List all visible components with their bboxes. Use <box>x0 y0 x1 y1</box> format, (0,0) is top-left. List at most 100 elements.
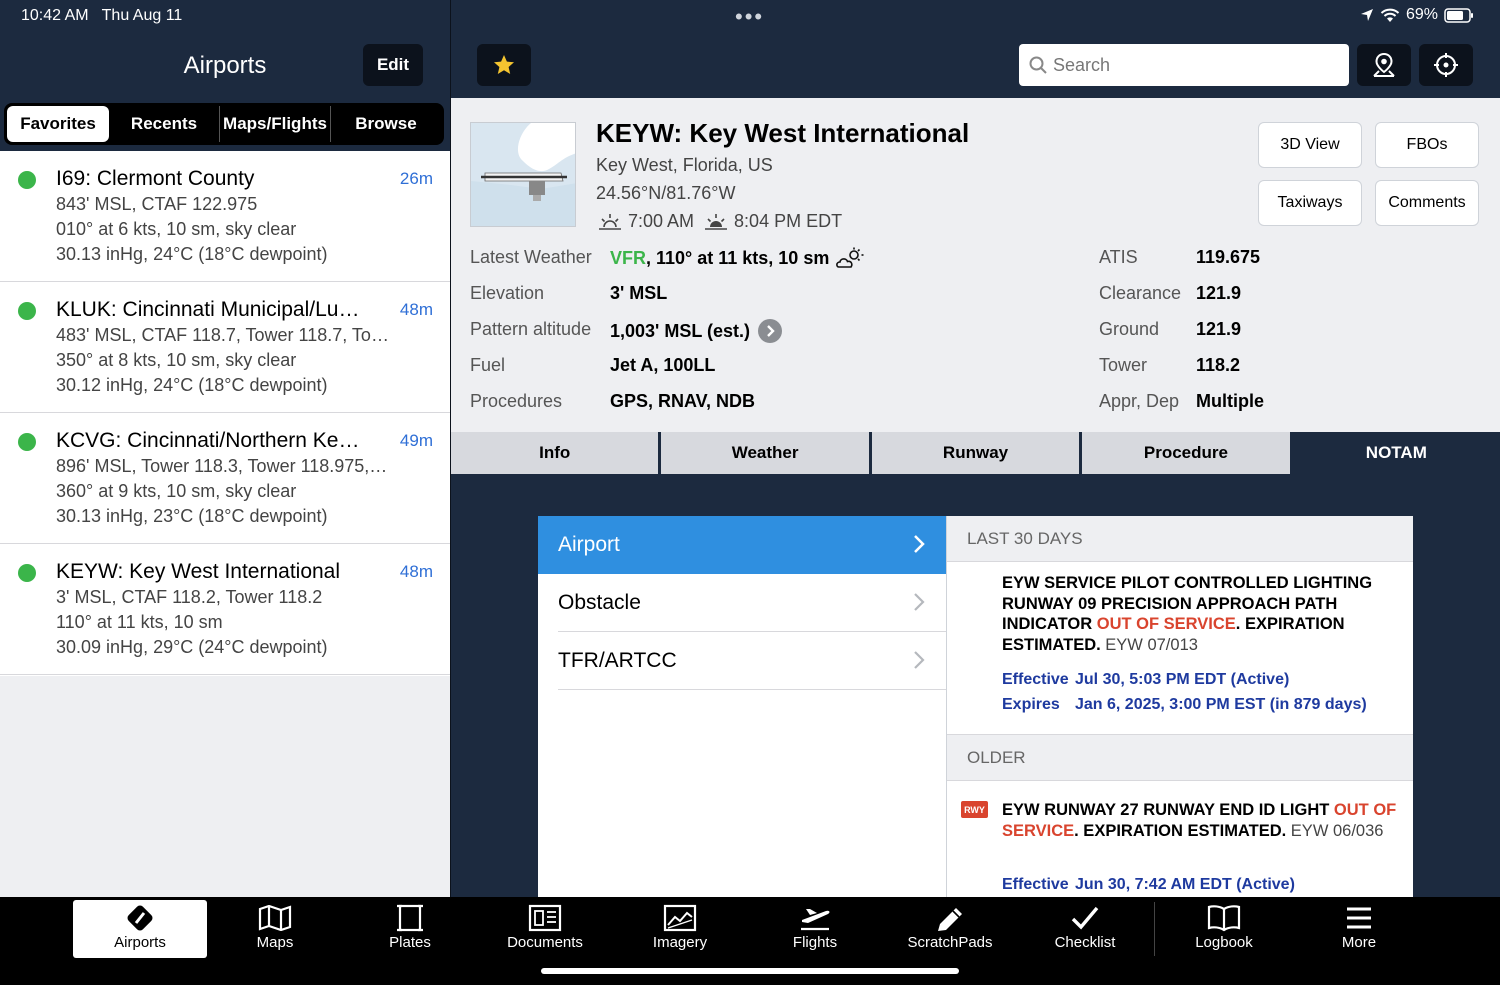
list-item[interactable]: KEYW: Key West International 48m 3' MSL,… <box>0 544 450 675</box>
status-dot <box>18 171 36 189</box>
home-indicator[interactable] <box>541 968 959 974</box>
effective-label: Effective <box>1002 876 1069 893</box>
notam-category-tfr-artcc[interactable]: TFR/ARTCC <box>558 632 946 690</box>
search-icon <box>1029 56 1047 74</box>
scratchpads-pencil-icon <box>938 908 962 931</box>
airport-name: KLUK: Cincinnati Municipal/Lu… <box>56 298 360 321</box>
latest-weather-link[interactable]: VFR , 110° at 11 kts, 10 sm <box>610 247 865 269</box>
freq-value-approach[interactable]: Multiple <box>1196 391 1264 412</box>
fuel-value: Jet A, 100LL <box>610 355 716 375</box>
weather-age: 48m <box>399 300 433 319</box>
chevron-right-icon <box>914 535 925 553</box>
category-label: Airport <box>558 533 620 556</box>
list-item[interactable]: KCVG: Cincinnati/Northern Ke… 49m 896' M… <box>0 413 450 544</box>
checklist-check-icon <box>1071 906 1099 930</box>
fbos-button[interactable]: FBOs <box>1375 122 1479 168</box>
nav-scratchpads[interactable]: ScratchPads <box>883 900 1017 958</box>
nav-label: Checklist <box>1054 934 1116 951</box>
nav-imagery[interactable]: Imagery <box>613 900 747 958</box>
freq-value-clearance[interactable]: 121.9 <box>1196 283 1241 304</box>
nav-separator <box>1154 902 1155 956</box>
nav-plates[interactable]: Plates <box>343 900 477 958</box>
elevation-label: Elevation <box>470 283 545 303</box>
freq-value-ground[interactable]: 121.9 <box>1196 319 1241 340</box>
airport-name: I69: Clermont County <box>56 167 255 190</box>
search-input[interactable] <box>1053 54 1333 76</box>
imagery-icon <box>663 904 697 932</box>
segment-browse[interactable]: Browse <box>331 106 441 142</box>
notam-id: EYW 06/036 <box>1286 821 1384 840</box>
notam-body-end: . EXPIRATION ESTIMATED. <box>1074 821 1287 840</box>
fuel-label: Fuel <box>470 355 506 375</box>
category-label: TFR/ARTCC <box>558 648 677 672</box>
notam-category-obstacle[interactable]: Obstacle <box>558 574 946 632</box>
sunset-time: 8:04 PM EDT <box>734 211 843 231</box>
nav-flights[interactable]: Flights <box>748 900 882 958</box>
edit-button[interactable]: Edit <box>363 44 423 86</box>
nav-label: More <box>1341 934 1377 951</box>
3d-view-button[interactable]: 3D View <box>1258 122 1362 168</box>
nav-documents[interactable]: Documents <box>478 900 612 958</box>
airport-summary: 483' MSL, CTAF 118.7, Tower 118.7, To… <box>56 325 389 345</box>
map-pin-button[interactable] <box>1357 44 1411 86</box>
runway-badge-icon: RWY <box>961 801 988 818</box>
list-item[interactable]: I69: Clermont County 26m 843' MSL, CTAF … <box>0 151 450 282</box>
status-dot <box>18 564 36 582</box>
freq-label-tower: Tower <box>1099 355 1148 375</box>
airport-diagram-thumbnail[interactable] <box>470 122 576 227</box>
airport-name: KCVG: Cincinnati/Northern Ke… <box>56 429 360 452</box>
expires-label: Expires <box>1002 696 1060 713</box>
freq-label-approach: Appr, Dep <box>1099 391 1180 411</box>
taxiways-button[interactable]: Taxiways <box>1258 180 1362 226</box>
locate-button[interactable] <box>1419 44 1473 86</box>
tab-notam[interactable]: NOTAM <box>1292 432 1500 474</box>
nav-more[interactable]: More <box>1292 900 1426 958</box>
menu-icon <box>1347 907 1371 929</box>
pattern-altitude-row[interactable]: 1,003' MSL (est.) <box>610 319 783 343</box>
notam-id: EYW 07/013 <box>1100 635 1198 654</box>
nav-airports[interactable]: Airports <box>73 900 207 958</box>
notam-item[interactable]: RWY EYW RUNWAY 27 RUNWAY END ID LIGHT OU… <box>947 781 1413 897</box>
nav-logbook[interactable]: Logbook <box>1157 900 1291 958</box>
search-bar[interactable] <box>1019 44 1349 86</box>
airport-wind: 010° at 6 kts, 10 sm, sky clear <box>56 219 297 239</box>
tab-procedure[interactable]: Procedure <box>1082 432 1290 474</box>
tab-weather[interactable]: Weather <box>661 432 869 474</box>
tab-runway[interactable]: Runway <box>871 432 1080 474</box>
airport-title: KEYW: Key West International <box>596 118 970 148</box>
notam-category-airport[interactable]: Airport <box>538 516 946 574</box>
nav-checklist[interactable]: Checklist <box>1018 900 1152 958</box>
segment-recents[interactable]: Recents <box>109 106 220 142</box>
status-dot <box>18 302 36 320</box>
freq-value-tower[interactable]: 118.2 <box>1196 355 1240 376</box>
airport-summary: 896' MSL, Tower 118.3, Tower 118.975,… <box>56 456 388 476</box>
category-label: Obstacle <box>558 590 641 614</box>
comments-button[interactable]: Comments <box>1375 180 1479 226</box>
list-item[interactable]: KLUK: Cincinnati Municipal/Lu… 48m 483' … <box>0 282 450 413</box>
airport-wind: 110° at 11 kts, 10 sm <box>56 612 223 632</box>
freq-value-atis[interactable]: 119.675 <box>1196 247 1260 268</box>
notam-expires: Expires Jan 6, 2025, 3:00 PM EST (in 879… <box>1002 696 1367 714</box>
effective-value: Jul 30, 5:03 PM EDT (Active) <box>1075 671 1290 688</box>
freq-label-ground: Ground <box>1099 319 1160 339</box>
multitasking-dots-icon[interactable]: ••• <box>735 4 764 30</box>
favorite-star-button[interactable] <box>477 44 531 86</box>
tab-info[interactable]: Info <box>451 432 659 474</box>
airport-list-segments: Favorites Recents Maps/Flights Browse <box>4 103 444 145</box>
chevron-right-circle-icon <box>758 319 783 343</box>
maps-icon <box>258 905 292 931</box>
airports-icon <box>127 905 153 931</box>
effective-value: Jun 30, 7:42 AM EDT (Active) <box>1075 876 1295 893</box>
segment-favorites[interactable]: Favorites <box>7 106 109 142</box>
nav-maps[interactable]: Maps <box>208 900 342 958</box>
effective-label: Effective <box>1002 671 1069 688</box>
expires-value: Jan 6, 2025, 3:00 PM EST (in 879 days) <box>1075 696 1367 713</box>
sunrise-icon <box>599 213 621 230</box>
segment-maps-flights[interactable]: Maps/Flights <box>220 106 331 142</box>
nav-label: Airports <box>114 934 166 951</box>
location-arrow-icon <box>1361 9 1373 21</box>
notam-item[interactable]: EYW SERVICE PILOT CONTROLLED LIGHTING RU… <box>947 562 1413 735</box>
crosshair-icon <box>1434 53 1458 77</box>
detail-tabs: Info Weather Runway Procedure NOTAM <box>451 432 1500 474</box>
nav-label: Flights <box>792 934 838 951</box>
